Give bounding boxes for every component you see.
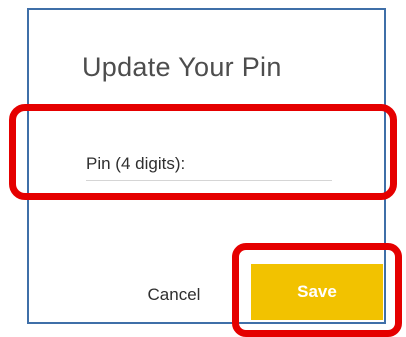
pin-field[interactable]: Pin (4 digits):	[86, 146, 332, 181]
pin-field-label: Pin (4 digits):	[86, 154, 186, 173]
dialog-title: Update Your Pin	[82, 52, 282, 82]
save-button[interactable]: Save	[251, 264, 383, 320]
screen: Update Your Pin Pin (4 digits): Cancel S…	[0, 0, 406, 337]
cancel-button[interactable]: Cancel	[128, 275, 220, 315]
